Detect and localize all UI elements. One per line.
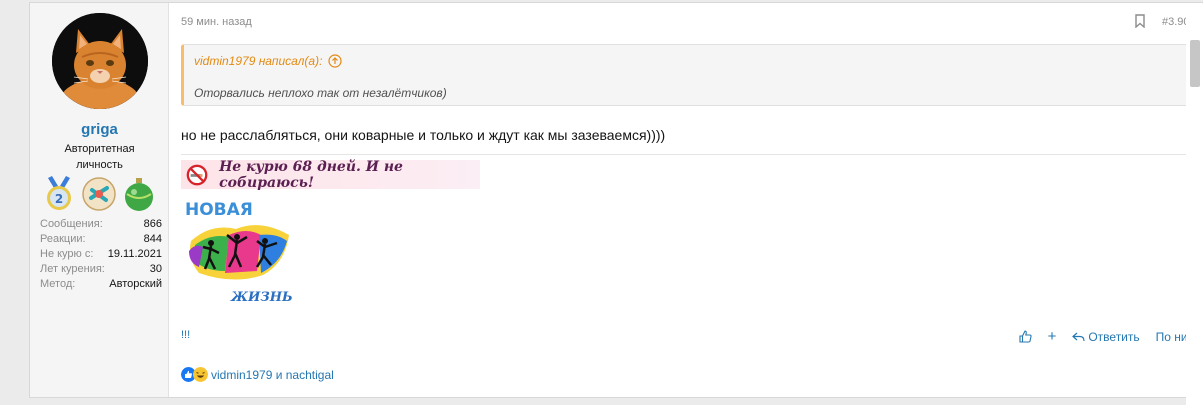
reaction-users[interactable]: vidmin1979 и nachtigal [211,368,334,382]
stat-row-smoking-years: Лет курения: 30 [40,263,162,275]
user-sidebar: griga Авторитетная личность 2 Сообщения:… [30,3,169,397]
scrollbar-thumb[interactable] [1190,40,1200,87]
no-smoking-icon [186,164,208,185]
reply-label: Ответить [1088,329,1140,344]
quote-block: vidmin1979 написал(а): Оторвались неплох… [181,44,1198,106]
post-ellipsis: !!! [181,329,191,341]
image-caption-top: НОВАЯ [185,200,253,220]
signature-text: Не курю 68 дней. И не собираюсь! [219,158,403,191]
silver-medal-icon[interactable]: 2 [42,176,76,212]
svg-text:2: 2 [55,192,63,206]
reply-arrow-icon [1072,332,1085,342]
trophy-medals: 2 [42,176,160,212]
new-life-image: НОВАЯ ЖИЗНЬ [181,191,294,311]
like-button[interactable] [1019,330,1032,343]
reply-button[interactable]: Ответить [1072,329,1140,344]
quote-header: vidmin1979 написал(а): [194,54,343,68]
avatar[interactable] [52,13,148,109]
thumbs-up-icon [1019,330,1032,343]
stat-row-reactions: Реакции: 844 [40,233,162,245]
bookmark-icon[interactable] [1134,14,1146,28]
laugh-reaction-icon [193,367,208,382]
green-ornament-icon[interactable] [122,176,156,212]
arrow-up-circle-icon[interactable] [328,54,343,68]
quote-author[interactable]: vidmin1979 написал(а): [194,54,322,68]
stat-row-quit-date: Не курю с: 19.11.2021 [40,248,162,260]
post-message: но не расслабляться, они коварные и толь… [181,127,666,143]
post-actions: + Ответить По нику [1003,328,1199,345]
username[interactable]: griga [30,121,169,138]
user-title: Авторитетная личность [64,143,135,171]
stat-row-method: Метод: Авторский [40,278,162,290]
quote-text: Оторвались неплохо так от незалётчиков) [194,86,447,100]
signature-banner: Не курю 68 дней. И не собираюсь! [181,158,480,191]
multiquote-button[interactable]: + [1048,328,1057,345]
reactions-bar[interactable]: vidmin1979 и nachtigal [181,367,334,382]
special-award-icon[interactable] [82,176,116,212]
user-stats: Сообщения: 866 Реакции: 844 Не курю с: 19.1… [40,217,162,292]
image-caption-bottom: ЖИЗНЬ [230,290,293,305]
post-time[interactable]: 59 мин. назад [181,16,252,28]
post-container: griga Авторитетная личность 2 Сообщения:… [29,2,1203,398]
stat-row-messages: Сообщения: 866 [40,218,162,230]
signature-divider [181,154,1198,155]
post-main: 59 мин. назад #3.901 vidmin1979 написал(… [180,3,1203,397]
